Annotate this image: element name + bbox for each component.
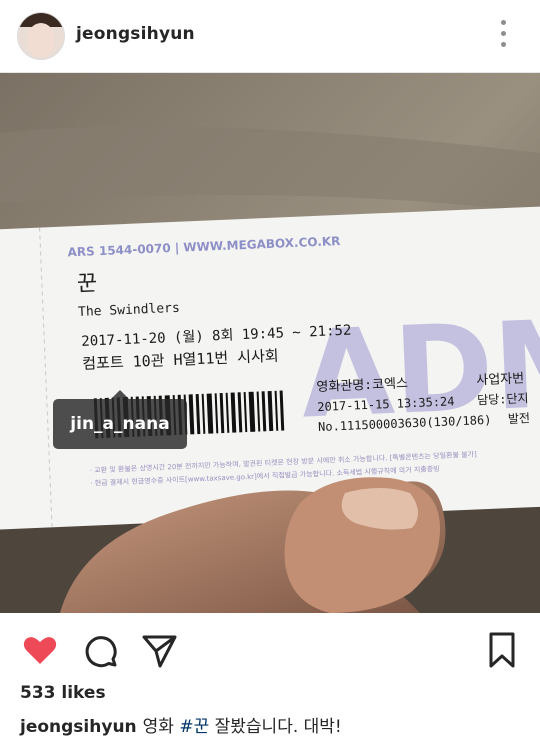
ticket-issuer: 발전 xyxy=(508,411,531,426)
comment-icon[interactable] xyxy=(80,630,120,670)
send-icon[interactable] xyxy=(139,630,179,670)
caption-text-before: 영화 xyxy=(142,717,180,737)
caption-username[interactable]: jeongsihyun xyxy=(20,717,137,737)
ticket-business: 사업자번 xyxy=(476,371,524,388)
caption-hashtag[interactable]: #꾼 xyxy=(179,717,209,737)
avatar-face xyxy=(27,23,55,57)
bookmark-icon[interactable] xyxy=(482,630,522,670)
avatar[interactable] xyxy=(17,12,65,60)
more-options-icon[interactable] xyxy=(497,20,509,52)
post-header: jeongsihyun xyxy=(0,0,540,73)
ticket-title-kr: 꾼 xyxy=(76,271,97,297)
likes-count[interactable]: 533 likes xyxy=(20,683,106,703)
post-actions xyxy=(0,620,540,680)
user-tag-label[interactable]: jin_a_nana xyxy=(53,390,187,449)
movie-ticket: ADMIT O ARS 1544-0070 | WWW.MEGABOX.CO.K… xyxy=(0,205,540,530)
post-caption: jeongsihyun 영화 #꾼 잘봤습니다. 대박! xyxy=(20,712,342,737)
caption-text-after: 잘봤습니다. 대박! xyxy=(209,717,342,737)
post-photo[interactable]: ADMIT O ARS 1544-0070 | WWW.MEGABOX.CO.K… xyxy=(0,73,540,613)
ticket-manager: 담당:단지 xyxy=(477,391,529,407)
ticket-photo: ADMIT O ARS 1544-0070 | WWW.MEGABOX.CO.K… xyxy=(0,73,540,613)
post-username[interactable]: jeongsihyun xyxy=(76,24,195,44)
heart-icon[interactable] xyxy=(20,630,60,670)
